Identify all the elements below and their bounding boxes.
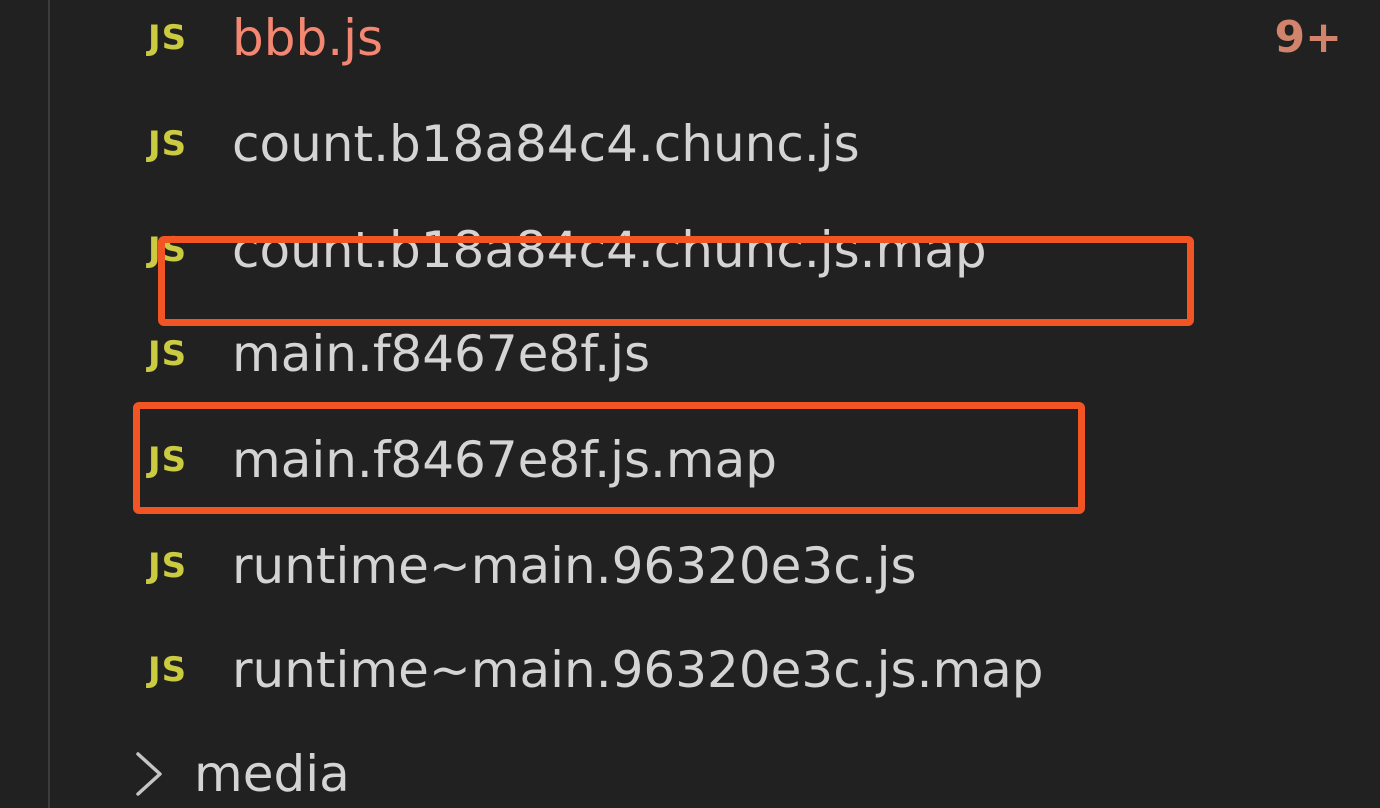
- file-item-main-js-map[interactable]: JS main.f8467e8f.js.map: [0, 408, 1380, 512]
- file-name: runtime~main.96320e3c.js.map: [232, 641, 1044, 699]
- file-name: count.b18a84c4.chunc.js.map: [232, 221, 987, 279]
- js-file-icon: JS: [148, 440, 188, 480]
- chevron-right-icon[interactable]: [124, 746, 180, 802]
- js-file-icon: JS: [148, 124, 188, 164]
- file-explorer: JS bbb.js 9+ JS count.b18a84c4.chunc.js …: [0, 0, 1380, 808]
- file-item-main-js[interactable]: JS main.f8467e8f.js: [0, 302, 1380, 406]
- file-name: main.f8467e8f.js.map: [232, 431, 778, 489]
- file-name: runtime~main.96320e3c.js: [232, 537, 917, 595]
- file-item-runtime-main-js-map[interactable]: JS runtime~main.96320e3c.js.map: [0, 618, 1380, 722]
- js-file-icon: JS: [148, 18, 188, 58]
- file-name: count.b18a84c4.chunc.js: [232, 115, 860, 173]
- file-item-count-chunc-js-map[interactable]: JS count.b18a84c4.chunc.js.map: [0, 198, 1380, 302]
- file-item-count-chunc-js[interactable]: JS count.b18a84c4.chunc.js: [0, 92, 1380, 196]
- file-name: main.f8467e8f.js: [232, 325, 651, 383]
- js-file-icon: JS: [148, 650, 188, 690]
- js-file-icon: JS: [148, 334, 188, 374]
- problems-count-badge: 9+: [1274, 12, 1342, 63]
- folder-item-media[interactable]: media: [0, 722, 1380, 808]
- js-file-icon: JS: [148, 546, 188, 586]
- file-item-bbb-js[interactable]: JS bbb.js 9+: [0, 0, 1380, 90]
- file-item-runtime-main-js[interactable]: JS runtime~main.96320e3c.js: [0, 514, 1380, 618]
- file-name: bbb.js: [232, 9, 384, 67]
- folder-name: media: [194, 745, 350, 803]
- js-file-icon: JS: [148, 230, 188, 270]
